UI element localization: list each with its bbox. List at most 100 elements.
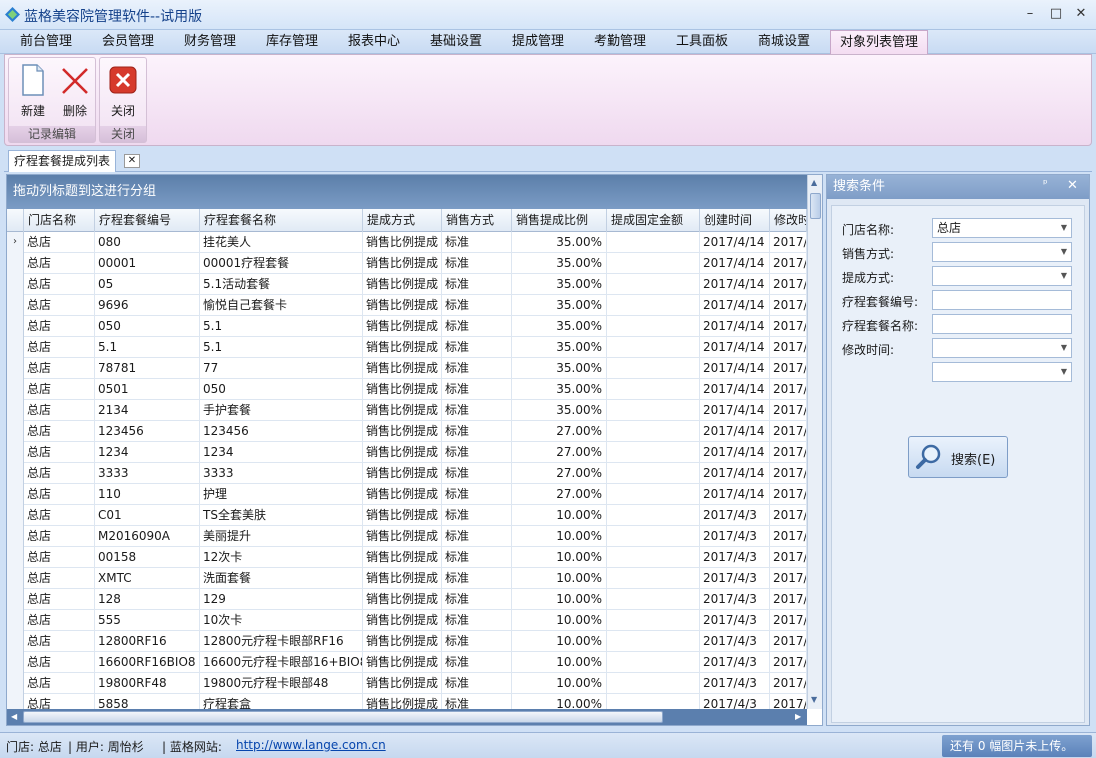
horizontal-scrollbar[interactable]: ◀ ▶	[7, 709, 807, 725]
cell-sales-method[interactable]: 标准	[442, 316, 512, 337]
cell-package-name[interactable]: 5.1	[200, 337, 363, 358]
cell-created-time[interactable]: 2017/4/14	[700, 295, 770, 316]
row-indicator[interactable]	[7, 505, 24, 526]
cell-commission-rate[interactable]: 27.00%	[512, 463, 607, 484]
chevron-down-icon[interactable]: ▼	[1057, 243, 1071, 261]
table-row[interactable]: 总店5858疗程套盒销售比例提成标准10.00% 2017/4/32017/4	[7, 694, 807, 709]
column-header-sales-method[interactable]: 销售方式	[442, 209, 512, 232]
cell-package-code[interactable]: 080	[95, 232, 200, 253]
cell-commission-method[interactable]: 销售比例提成	[363, 379, 442, 400]
cell-modified-time[interactable]: 2017/4	[770, 316, 807, 337]
cell-modified-time[interactable]: 2017/4	[770, 400, 807, 421]
cell-fixed-amount[interactable]	[607, 652, 700, 673]
row-indicator[interactable]	[7, 400, 24, 421]
cell-fixed-amount[interactable]	[607, 421, 700, 442]
cell-sales-method[interactable]: 标准	[442, 652, 512, 673]
cell-created-time[interactable]: 2017/4/14	[700, 253, 770, 274]
cell-sales-method[interactable]: 标准	[442, 337, 512, 358]
cell-package-code[interactable]: 16600RF16BIO8	[95, 652, 200, 673]
cell-fixed-amount[interactable]	[607, 463, 700, 484]
cell-commission-method[interactable]: 销售比例提成	[363, 694, 442, 709]
table-row[interactable]: 总店0501050销售比例提成标准35.00% 2017/4/142017/4	[7, 379, 807, 400]
cell-modified-time[interactable]: 2017/4	[770, 631, 807, 652]
minimize-button[interactable]: –	[1020, 5, 1040, 23]
cell-package-code[interactable]: C01	[95, 505, 200, 526]
cell-sales-method[interactable]: 标准	[442, 253, 512, 274]
cell-fixed-amount[interactable]	[607, 358, 700, 379]
cell-fixed-amount[interactable]	[607, 610, 700, 631]
cell-created-time[interactable]: 2017/4/14	[700, 442, 770, 463]
cell-commission-rate[interactable]: 27.00%	[512, 442, 607, 463]
cell-store[interactable]: 总店	[24, 673, 95, 694]
cell-commission-method[interactable]: 销售比例提成	[363, 442, 442, 463]
cell-commission-method[interactable]: 销售比例提成	[363, 568, 442, 589]
row-indicator[interactable]	[7, 568, 24, 589]
row-indicator[interactable]	[7, 379, 24, 400]
row-indicator[interactable]	[7, 295, 24, 316]
cell-fixed-amount[interactable]	[607, 442, 700, 463]
column-header-created-time[interactable]: 创建时间	[700, 209, 770, 232]
cell-package-code[interactable]: 00001	[95, 253, 200, 274]
cell-commission-method[interactable]: 销售比例提成	[363, 673, 442, 694]
cell-package-name[interactable]: TS全套美肤	[200, 505, 363, 526]
cell-created-time[interactable]: 2017/4/3	[700, 673, 770, 694]
cell-package-name[interactable]: 16600元疗程卡眼部16+BIO8	[200, 652, 363, 673]
column-header-package-name[interactable]: 疗程套餐名称	[200, 209, 363, 232]
scroll-right-arrow-icon[interactable]: ▶	[795, 712, 801, 721]
cell-package-name[interactable]: 00001疗程套餐	[200, 253, 363, 274]
cell-commission-method[interactable]: 销售比例提成	[363, 631, 442, 652]
cell-package-code[interactable]: 5.1	[95, 337, 200, 358]
menu-tab-commission[interactable]: 提成管理	[500, 30, 576, 54]
table-row[interactable]: 总店128129销售比例提成标准10.00% 2017/4/32017/4	[7, 589, 807, 610]
cell-fixed-amount[interactable]	[607, 379, 700, 400]
row-indicator[interactable]	[7, 358, 24, 379]
cell-created-time[interactable]: 2017/4/14	[700, 463, 770, 484]
cell-package-name[interactable]: 10次卡	[200, 610, 363, 631]
cell-modified-time[interactable]: 2017/4	[770, 526, 807, 547]
pin-icon[interactable]: ᵖ	[1043, 177, 1048, 190]
column-header-commission-rate[interactable]: 销售提成比例	[512, 209, 607, 232]
menu-tab-reports[interactable]: 报表中心	[336, 30, 412, 54]
cell-package-name[interactable]: 手护套餐	[200, 400, 363, 421]
row-indicator[interactable]	[7, 337, 24, 358]
cell-package-code[interactable]: 555	[95, 610, 200, 631]
cell-created-time[interactable]: 2017/4/14	[700, 232, 770, 253]
cell-created-time[interactable]: 2017/4/14	[700, 484, 770, 505]
delete-button[interactable]: 删除	[55, 62, 95, 120]
cell-sales-method[interactable]: 标准	[442, 400, 512, 421]
cell-store[interactable]: 总店	[24, 295, 95, 316]
cell-modified-time[interactable]: 2017/4	[770, 610, 807, 631]
cell-commission-method[interactable]: 销售比例提成	[363, 463, 442, 484]
cell-commission-rate[interactable]: 10.00%	[512, 526, 607, 547]
chevron-down-icon[interactable]: ▼	[1057, 339, 1071, 357]
maximize-button[interactable]: □	[1046, 5, 1066, 23]
cell-created-time[interactable]: 2017/4/14	[700, 274, 770, 295]
cell-modified-time[interactable]: 2017/4	[770, 694, 807, 709]
cell-package-code[interactable]: 123456	[95, 421, 200, 442]
cell-package-name[interactable]: 77	[200, 358, 363, 379]
cell-store[interactable]: 总店	[24, 568, 95, 589]
menu-tab-tools[interactable]: 工具面板	[664, 30, 740, 54]
cell-package-name[interactable]: 129	[200, 589, 363, 610]
table-row[interactable]: 总店7878177销售比例提成标准35.00% 2017/4/142017/4	[7, 358, 807, 379]
cell-commission-method[interactable]: 销售比例提成	[363, 232, 442, 253]
row-indicator[interactable]	[7, 463, 24, 484]
row-indicator[interactable]	[7, 484, 24, 505]
cell-store[interactable]: 总店	[24, 421, 95, 442]
cell-package-name[interactable]: 洗面套餐	[200, 568, 363, 589]
doc-tab-package-commission[interactable]: 疗程套餐提成列表	[8, 150, 116, 172]
cell-modified-time[interactable]: 2017/4	[770, 232, 807, 253]
status-site-link[interactable]: http://www.lange.com.cn	[236, 738, 386, 752]
cell-fixed-amount[interactable]	[607, 400, 700, 421]
cell-commission-method[interactable]: 销售比例提成	[363, 400, 442, 421]
cell-commission-method[interactable]: 销售比例提成	[363, 547, 442, 568]
cell-created-time[interactable]: 2017/4/14	[700, 337, 770, 358]
sales-method-select[interactable]: ▼	[932, 242, 1072, 262]
cell-commission-rate[interactable]: 35.00%	[512, 274, 607, 295]
cell-modified-time[interactable]: 2017/4	[770, 295, 807, 316]
cell-modified-time[interactable]: 2017/4	[770, 568, 807, 589]
cell-commission-rate[interactable]: 10.00%	[512, 673, 607, 694]
cell-commission-rate[interactable]: 27.00%	[512, 421, 607, 442]
table-row[interactable]: 总店 12800RF16 12800元疗程卡眼部RF16 销售比例提成 标准 10.00%…	[7, 631, 807, 652]
cell-commission-rate[interactable]: 10.00%	[512, 589, 607, 610]
